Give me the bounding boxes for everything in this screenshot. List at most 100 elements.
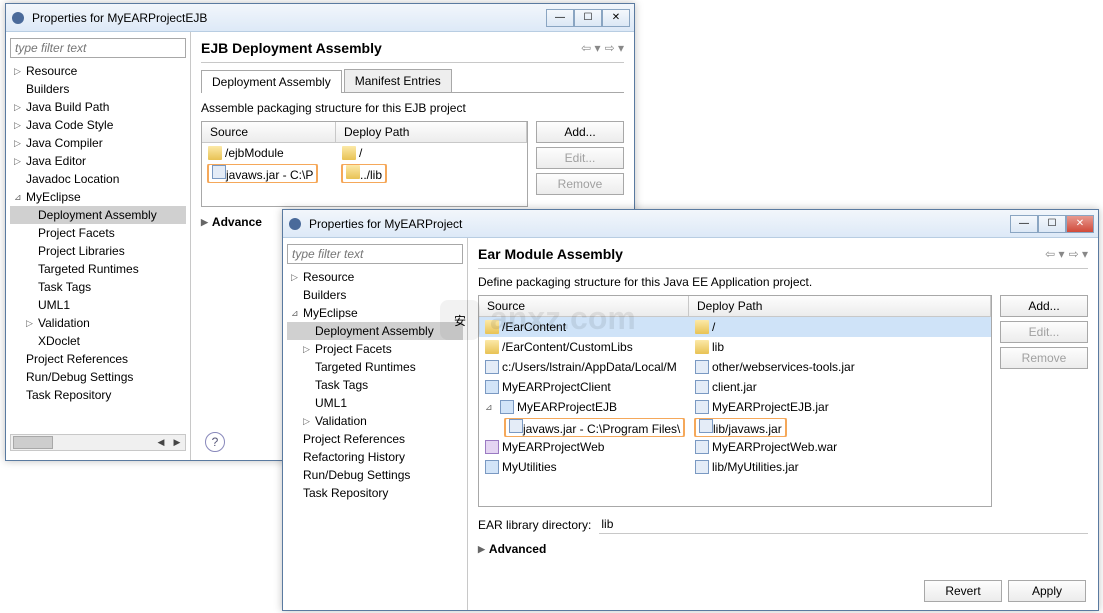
tree-item[interactable]: ▷Project Facets — [287, 340, 463, 358]
tree-item[interactable]: UML1 — [287, 394, 463, 412]
lib-dir-input[interactable] — [599, 515, 1088, 534]
maximize-button[interactable]: ☐ — [574, 9, 602, 27]
tree-item[interactable]: Targeted Runtimes — [10, 260, 186, 278]
tree-item[interactable]: ⊿MyEclipse — [287, 304, 463, 322]
table-row[interactable]: MyEARProjectClientclient.jar — [479, 377, 991, 397]
lib-dir-label: EAR library directory: — [478, 518, 591, 532]
tree-item[interactable]: Refactoring History — [287, 448, 463, 466]
description: Define packaging structure for this Java… — [478, 275, 1088, 289]
tree-item[interactable]: Deployment Assembly — [10, 206, 186, 224]
expand-icon: ▷ — [14, 66, 26, 77]
app-icon — [287, 216, 303, 232]
revert-button[interactable]: Revert — [924, 580, 1002, 602]
tree-item-label: Validation — [38, 316, 90, 330]
tree-item[interactable]: Builders — [287, 286, 463, 304]
table-row[interactable]: ⊿MyEARProjectEJBMyEARProjectEJB.jar — [479, 397, 991, 417]
category-tree-panel: ▷ResourceBuilders▷Java Build Path▷Java C… — [6, 32, 191, 460]
table-row[interactable]: javaws.jar - C:\P../lib — [202, 163, 527, 183]
minimize-button[interactable]: — — [546, 9, 574, 27]
col-deploy[interactable]: Deploy Path — [336, 122, 527, 142]
add-button[interactable]: Add... — [536, 121, 624, 143]
tree-item-label: Targeted Runtimes — [38, 262, 139, 276]
tree-item[interactable]: ▷Java Editor — [10, 152, 186, 170]
table-row[interactable]: /ejbModule/ — [202, 143, 527, 163]
expand-icon[interactable]: ⊿ — [485, 402, 497, 413]
remove-button[interactable]: Remove — [536, 173, 624, 195]
titlebar[interactable]: Properties for MyEARProjectEJB — ☐ ✕ — [6, 4, 634, 32]
forward-icon[interactable]: ⇨ ▾ — [605, 41, 624, 55]
tree-item[interactable]: Project Facets — [10, 224, 186, 242]
back-icon[interactable]: ⇦ ▾ — [1045, 247, 1064, 261]
tree-item-label: MyEclipse — [303, 306, 358, 320]
forward-icon[interactable]: ⇨ ▾ — [1069, 247, 1088, 261]
tab-deployment-assembly[interactable]: Deployment Assembly — [201, 70, 342, 93]
tree-item[interactable]: Project References — [10, 350, 186, 368]
titlebar[interactable]: Properties for MyEARProject — ☐ ✕ — [283, 210, 1098, 238]
tree-item[interactable]: Project References — [287, 430, 463, 448]
tree-item[interactable]: ▷Java Build Path — [10, 98, 186, 116]
tree-item[interactable]: Run/Debug Settings — [10, 368, 186, 386]
source-cell: /EarContent/CustomLibs — [502, 340, 633, 354]
remove-button[interactable]: Remove — [1000, 347, 1088, 369]
filter-input[interactable] — [287, 244, 463, 264]
tree-item[interactable]: ▷Java Compiler — [10, 134, 186, 152]
tree-item[interactable]: Task Repository — [287, 484, 463, 502]
jar-icon — [509, 419, 523, 433]
source-cell: MyUtilities — [502, 460, 557, 474]
source-cell: c:/Users/lstrain/AppData/Local/M — [502, 360, 677, 374]
category-tree[interactable]: ▷ResourceBuilders▷Java Build Path▷Java C… — [10, 62, 186, 428]
table-row[interactable]: /EarContent/ — [479, 317, 991, 337]
table-row[interactable]: c:/Users/lstrain/AppData/Local/Mother/we… — [479, 357, 991, 377]
add-button[interactable]: Add... — [1000, 295, 1088, 317]
tree-item[interactable]: UML1 — [10, 296, 186, 314]
scrollbar-thumb[interactable] — [13, 436, 53, 449]
tree-item[interactable]: Run/Debug Settings — [287, 466, 463, 484]
horizontal-scrollbar[interactable]: ◀▶ — [10, 434, 186, 451]
maximize-button[interactable]: ☐ — [1038, 215, 1066, 233]
tree-item[interactable]: ⊿MyEclipse — [10, 188, 186, 206]
tree-item[interactable]: XDoclet — [10, 332, 186, 350]
close-button[interactable]: ✕ — [1066, 215, 1094, 233]
deploy-cell: MyEARProjectWeb.war — [712, 440, 837, 454]
assembly-table[interactable]: Source Deploy Path /EarContent//EarConte… — [478, 295, 992, 507]
folder-icon — [342, 146, 356, 160]
tree-item-label: Java Compiler — [26, 136, 103, 150]
help-icon[interactable]: ? — [205, 432, 225, 452]
table-row[interactable]: javaws.jar - C:\Program Files\lib/javaws… — [479, 417, 991, 437]
tree-item-label: Validation — [315, 414, 367, 428]
tree-item[interactable]: ▷Validation — [10, 314, 186, 332]
table-row[interactable]: MyUtilitieslib/MyUtilities.jar — [479, 457, 991, 477]
apply-button[interactable]: Apply — [1008, 580, 1086, 602]
category-tree[interactable]: ▷ResourceBuilders⊿MyEclipseDeployment As… — [287, 268, 463, 578]
expand-icon: ⊿ — [14, 192, 26, 203]
tree-item[interactable]: Task Tags — [10, 278, 186, 296]
close-button[interactable]: ✕ — [602, 9, 630, 27]
edit-button[interactable]: Edit... — [1000, 321, 1088, 343]
tree-item[interactable]: Builders — [10, 80, 186, 98]
col-source[interactable]: Source — [479, 296, 689, 316]
tree-item[interactable]: Task Repository — [10, 386, 186, 404]
tree-item[interactable]: Targeted Runtimes — [287, 358, 463, 376]
tree-item[interactable]: Deployment Assembly — [287, 322, 463, 340]
tree-item[interactable]: Task Tags — [287, 376, 463, 394]
col-deploy[interactable]: Deploy Path — [689, 296, 991, 316]
jar-icon — [699, 419, 713, 433]
tab-manifest-entries[interactable]: Manifest Entries — [344, 69, 452, 92]
table-row[interactable]: /EarContent/CustomLibslib — [479, 337, 991, 357]
tree-item[interactable]: Project Libraries — [10, 242, 186, 260]
tree-item[interactable]: ▷Java Code Style — [10, 116, 186, 134]
assembly-table[interactable]: Source Deploy Path /ejbModule/javaws.jar… — [201, 121, 528, 207]
tree-item[interactable]: ▷Resource — [10, 62, 186, 80]
tree-item[interactable]: Javadoc Location — [10, 170, 186, 188]
col-source[interactable]: Source — [202, 122, 336, 142]
tree-item[interactable]: ▷Validation — [287, 412, 463, 430]
tree-item-label: Run/Debug Settings — [303, 468, 410, 482]
edit-button[interactable]: Edit... — [536, 147, 624, 169]
advanced-toggle[interactable]: ▶ Advanced — [478, 542, 1088, 556]
tree-item[interactable]: ▷Resource — [287, 268, 463, 286]
minimize-button[interactable]: — — [1010, 215, 1038, 233]
filter-input[interactable] — [10, 38, 186, 58]
back-icon[interactable]: ⇦ ▾ — [581, 41, 600, 55]
deploy-cell: lib/javaws.jar — [713, 422, 782, 436]
table-row[interactable]: MyEARProjectWebMyEARProjectWeb.war — [479, 437, 991, 457]
